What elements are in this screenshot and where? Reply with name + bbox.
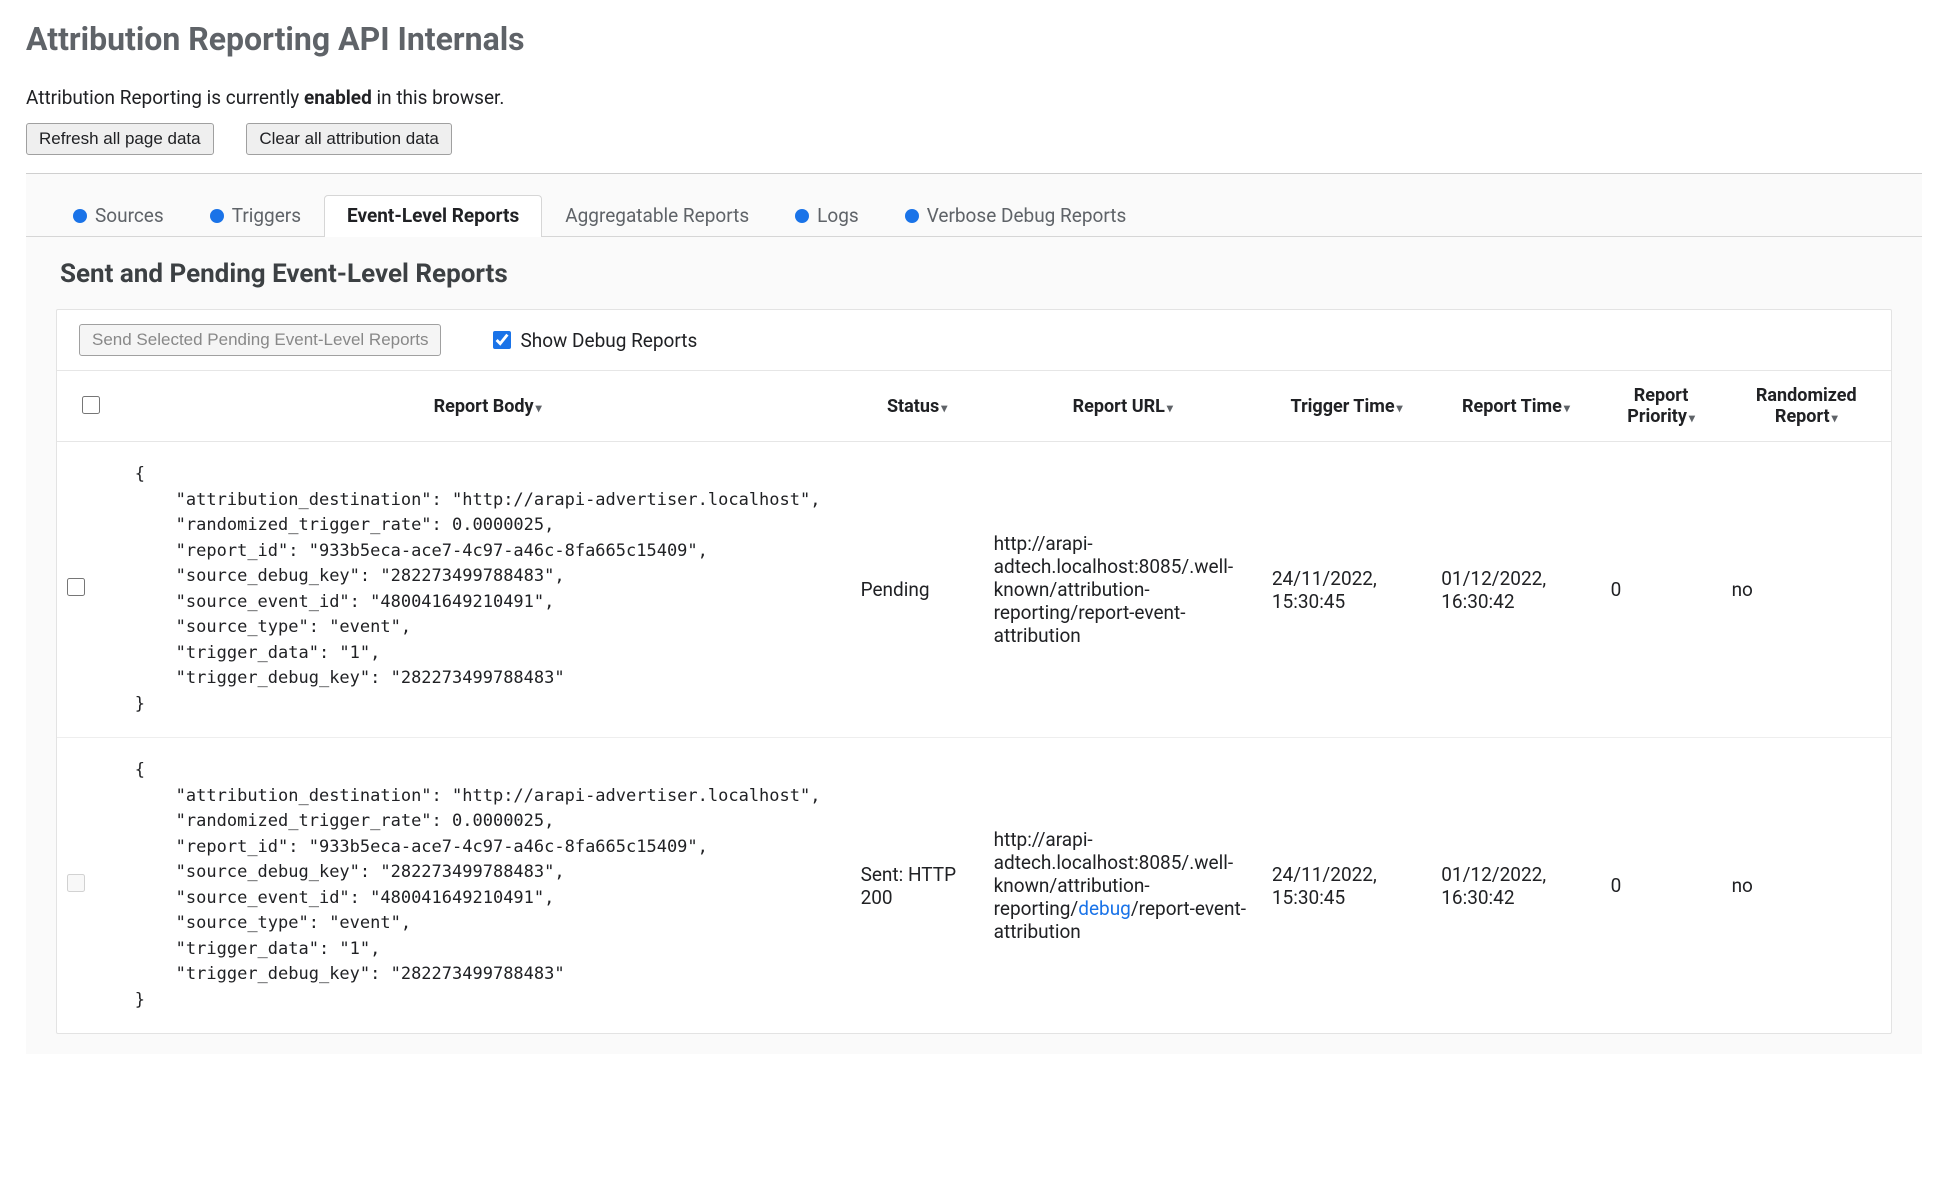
- dot-icon: [210, 209, 224, 223]
- status-prefix: Attribution Reporting is currently: [26, 86, 304, 109]
- tab-logs[interactable]: Logs: [772, 195, 882, 237]
- cell-trigger-time: 24/11/2022, 15:30:45: [1262, 442, 1431, 738]
- tab-label: Aggregatable Reports: [565, 204, 749, 227]
- report-body: { "attribution_destination": "http://ara…: [135, 758, 841, 1013]
- tab-sources[interactable]: Sources: [50, 195, 187, 237]
- cell-status: Pending: [851, 442, 984, 738]
- reports-toolbar: Send Selected Pending Event-Level Report…: [57, 310, 1891, 371]
- col-trigger-time[interactable]: Trigger Time▾: [1262, 371, 1431, 442]
- url-debug-segment: debug: [1078, 897, 1131, 920]
- col-url[interactable]: Report URL▾: [984, 371, 1262, 442]
- col-status[interactable]: Status▾: [851, 371, 984, 442]
- sort-icon: ▾: [1832, 411, 1838, 425]
- show-debug-toggle[interactable]: Show Debug Reports: [489, 328, 697, 352]
- cell-randomized: no: [1722, 442, 1891, 738]
- status-suffix: in this browser.: [372, 86, 505, 109]
- table-row: { "attribution_destination": "http://ara…: [57, 442, 1891, 738]
- show-debug-checkbox[interactable]: [493, 331, 511, 349]
- tab-label: Sources: [95, 204, 164, 227]
- refresh-button[interactable]: Refresh all page data: [26, 123, 214, 155]
- col-trigger-time-label: Trigger Time: [1291, 396, 1395, 417]
- cell-report-time: 01/12/2022, 16:30:42: [1431, 738, 1600, 1034]
- sort-icon: ▾: [941, 401, 947, 415]
- cell-randomized: no: [1722, 738, 1891, 1034]
- sort-icon: ▾: [1397, 401, 1403, 415]
- col-randomized[interactable]: Randomized Report▾: [1722, 371, 1891, 442]
- sort-icon: ▾: [1689, 411, 1695, 425]
- col-priority-label: Report Priority: [1627, 385, 1688, 427]
- cell-url: http://arapi-adtech.localhost:8085/.well…: [984, 442, 1262, 738]
- col-body-label: Report Body: [434, 396, 534, 417]
- status-line: Attribution Reporting is currently enabl…: [26, 86, 1922, 109]
- tab-aggregatable-reports[interactable]: Aggregatable Reports: [542, 195, 772, 237]
- dot-icon: [795, 209, 809, 223]
- tabs: Sources Triggers Event-Level Reports Aggreg…: [26, 174, 1922, 237]
- dot-icon: [905, 209, 919, 223]
- report-body: { "attribution_destination": "http://ara…: [135, 462, 841, 717]
- sort-icon: ▾: [536, 401, 542, 415]
- col-randomized-label: Randomized Report: [1756, 385, 1857, 427]
- clear-button[interactable]: Clear all attribution data: [246, 123, 452, 155]
- col-select: [57, 371, 125, 442]
- section-title: Sent and Pending Event-Level Reports: [60, 259, 1922, 289]
- page-title: Attribution Reporting API Internals: [26, 20, 1922, 58]
- col-priority[interactable]: Report Priority▾: [1601, 371, 1722, 442]
- table-row: { "attribution_destination": "http://ara…: [57, 738, 1891, 1034]
- cell-priority: 0: [1601, 738, 1722, 1034]
- tab-verbose-debug-reports[interactable]: Verbose Debug Reports: [882, 195, 1150, 237]
- tab-label: Event-Level Reports: [347, 204, 519, 227]
- cell-status: Sent: HTTP 200: [851, 738, 984, 1034]
- tab-triggers[interactable]: Triggers: [187, 195, 324, 237]
- col-status-label: Status: [887, 396, 939, 417]
- sort-icon: ▾: [1167, 401, 1173, 415]
- cell-priority: 0: [1601, 442, 1722, 738]
- cell-url: http://arapi-adtech.localhost:8085/.well…: [984, 738, 1262, 1034]
- cell-trigger-time: 24/11/2022, 15:30:45: [1262, 738, 1431, 1034]
- row-select-checkbox[interactable]: [67, 578, 85, 596]
- dot-icon: [73, 209, 87, 223]
- tab-label: Verbose Debug Reports: [927, 204, 1127, 227]
- select-all-checkbox[interactable]: [82, 396, 100, 414]
- col-url-label: Report URL: [1073, 396, 1165, 417]
- show-debug-label: Show Debug Reports: [520, 329, 697, 352]
- col-report-time[interactable]: Report Time▾: [1431, 371, 1600, 442]
- row-select-checkbox: [67, 874, 85, 892]
- tab-event-level-reports[interactable]: Event-Level Reports: [324, 195, 542, 237]
- reports-table: Report Body▾ Status▾ Report URL▾ Trigger…: [57, 371, 1891, 1033]
- cell-report-time: 01/12/2022, 16:30:42: [1431, 442, 1600, 738]
- status-keyword: enabled: [304, 86, 372, 109]
- sort-icon: ▾: [1564, 401, 1570, 415]
- tab-label: Triggers: [232, 204, 301, 227]
- send-selected-button[interactable]: Send Selected Pending Event-Level Report…: [79, 324, 441, 356]
- reports-card: Send Selected Pending Event-Level Report…: [56, 309, 1892, 1034]
- main-panel: Sources Triggers Event-Level Reports Aggreg…: [26, 174, 1922, 1054]
- col-report-time-label: Report Time: [1462, 396, 1562, 417]
- tab-label: Logs: [817, 204, 859, 227]
- col-body[interactable]: Report Body▾: [125, 371, 851, 442]
